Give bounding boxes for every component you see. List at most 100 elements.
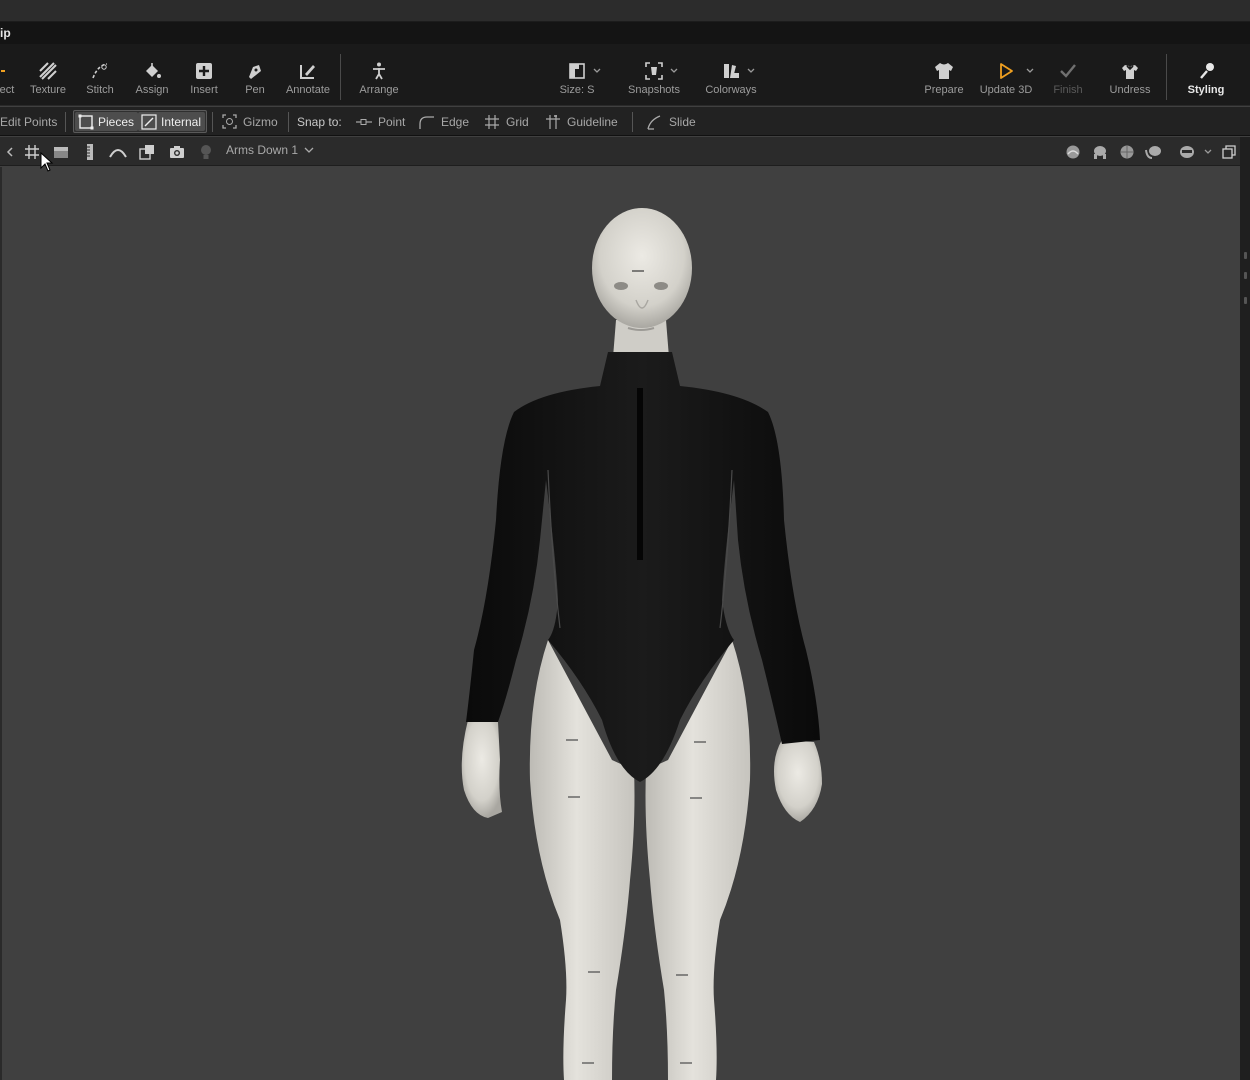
undress-tool-label: Undress (1109, 84, 1151, 96)
finish-tool[interactable]: Finish (1050, 44, 1086, 106)
play-icon (996, 44, 1016, 84)
edit-points-button[interactable]: Edit Points (0, 111, 57, 132)
colorways-tool-label: Colorways (705, 84, 757, 96)
snap-edge-icon (419, 115, 434, 129)
grid-icon[interactable] (22, 142, 42, 162)
snapshots-tool-label: Snapshots (628, 84, 680, 96)
arc-icon[interactable] (108, 142, 128, 162)
snap-guideline-toggle[interactable]: Guideline (545, 111, 618, 132)
colorways-dropdown-chevron-icon[interactable] (746, 66, 756, 76)
guideline-icon (546, 114, 560, 129)
toolbar-divider (1166, 54, 1167, 100)
wand-icon (1196, 44, 1216, 84)
slide-label: Slide (669, 114, 696, 129)
arrange-tool-label: Arrange (359, 84, 399, 96)
right-hand (774, 740, 822, 822)
stitch-tool-label: Stitch (86, 84, 114, 96)
annotate-tool[interactable]: Annotate (284, 44, 332, 106)
pieces-icon (78, 114, 94, 129)
globe-icon[interactable] (1117, 142, 1137, 162)
snap-point-toggle[interactable]: Point (355, 111, 405, 132)
pose-dropdown[interactable]: Arms Down 1 (226, 143, 315, 157)
restore-window-icon[interactable] (1219, 142, 1239, 162)
right-panel-edge (1240, 137, 1250, 1080)
insert-tool-label: Insert (190, 84, 218, 96)
undress-tool[interactable]: Undress (1107, 44, 1153, 106)
paint-bucket-icon (142, 44, 162, 84)
divider (65, 112, 66, 132)
check-icon (1058, 44, 1078, 84)
avatar-render (461, 208, 822, 1080)
render-sphere-icon[interactable] (1063, 142, 1083, 162)
shirt-icon (933, 44, 955, 84)
grid-icon (485, 114, 499, 129)
insert-tool[interactable]: Insert (185, 44, 223, 106)
texture-tool[interactable]: Texture (26, 44, 70, 106)
camera-icon[interactable] (167, 142, 187, 162)
snapshot-icon (644, 44, 664, 84)
update-3d-tool-label: Update 3D (979, 84, 1033, 96)
prepare-tool[interactable]: Prepare (922, 44, 966, 106)
divider (288, 112, 289, 132)
edit-points-label: Edit Points (0, 114, 58, 129)
annotate-icon (298, 44, 318, 84)
garment-head-icon[interactable] (1144, 142, 1164, 162)
texture-icon (38, 44, 58, 84)
back-icon[interactable] (0, 142, 20, 162)
select-tool-label: ect (0, 84, 15, 96)
snap-to-label: Snap to: (297, 114, 342, 129)
gizmo-label: Gizmo (243, 114, 278, 129)
avatar-head-icon[interactable] (1090, 142, 1110, 162)
snap-grid-toggle[interactable]: Grid (484, 111, 529, 132)
edit-mode-bar: Edit Points Pieces Internal Gizmo Snap t… (0, 107, 1250, 136)
menu-bar: ip (0, 22, 1250, 44)
snap-point-label: Point (378, 114, 406, 129)
3d-viewport[interactable] (2, 167, 1240, 1080)
mouse-cursor-icon (40, 152, 54, 172)
menu-item-fragment[interactable]: ip (0, 26, 11, 40)
arrange-tool[interactable]: Arrange (355, 44, 403, 106)
snap-edge-toggle[interactable]: Edge (418, 111, 469, 132)
size-tool-label: Size: S (559, 84, 595, 96)
mask-head-icon[interactable] (1177, 142, 1197, 162)
size-dropdown-chevron-icon[interactable] (592, 66, 602, 76)
snapshots-dropdown-chevron-icon[interactable] (669, 66, 679, 76)
window-icon[interactable] (137, 142, 157, 162)
slide-toggle[interactable]: Slide (646, 111, 696, 132)
gizmo-icon (222, 114, 237, 129)
size-icon (567, 44, 587, 84)
assign-tool-label: Assign (135, 84, 169, 96)
select-tool[interactable]: ect (0, 44, 20, 106)
main-toolbar: ect Texture Stitch Assign Insert Pen Ann… (0, 44, 1250, 106)
snap-edge-label: Edge (441, 114, 470, 129)
pose-label: Arms Down 1 (226, 143, 299, 157)
selection-filter-group: Pieces Internal (73, 110, 207, 133)
gizmo-toggle[interactable]: Gizmo (221, 111, 278, 132)
view-options-chevron-icon[interactable] (1198, 142, 1218, 162)
floor-icon[interactable] (51, 142, 71, 162)
prepare-tool-label: Prepare (924, 84, 964, 96)
ruler-icon[interactable] (80, 142, 100, 162)
update-3d-dropdown-chevron-icon[interactable] (1025, 66, 1035, 76)
viewport-toolbar: Arms Down 1 (0, 137, 1250, 166)
undress-icon (1119, 44, 1141, 84)
pen-icon (245, 44, 265, 84)
avatar-head (592, 208, 692, 328)
light-icon[interactable] (196, 142, 216, 162)
internal-label: Internal (161, 114, 202, 129)
texture-tool-label: Texture (29, 84, 67, 96)
stitch-tool[interactable]: Stitch (80, 44, 120, 106)
colorways-icon (721, 44, 741, 84)
slide-icon (647, 114, 661, 130)
divider (212, 112, 213, 132)
internal-line-icon (141, 113, 157, 130)
snap-point-icon (356, 118, 372, 125)
pieces-label: Pieces (98, 114, 135, 129)
pen-tool[interactable]: Pen (238, 44, 272, 106)
divider (632, 112, 633, 132)
pieces-toggle[interactable]: Pieces (75, 112, 139, 131)
styling-tool[interactable]: Styling (1185, 44, 1227, 106)
pen-tool-label: Pen (245, 84, 265, 96)
internal-toggle[interactable]: Internal (138, 112, 206, 131)
assign-tool[interactable]: Assign (131, 44, 173, 106)
